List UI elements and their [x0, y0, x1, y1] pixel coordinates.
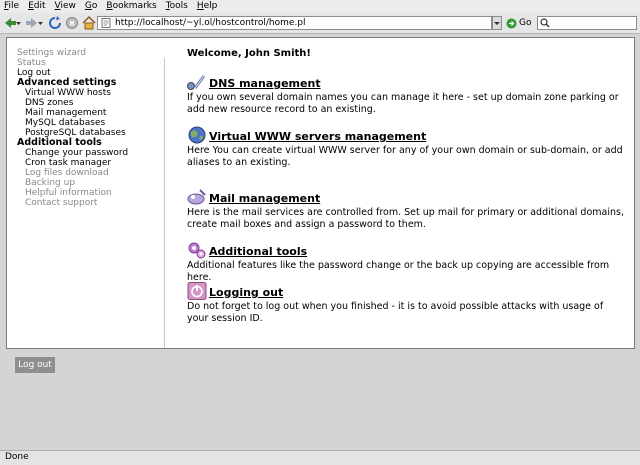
sidebar-item-status[interactable]: Status: [17, 58, 162, 68]
go-label: Go: [519, 18, 532, 28]
status-bar: Done: [0, 450, 640, 465]
menu-help[interactable]: Help: [197, 0, 218, 13]
sidebar-item-cron-task-manager[interactable]: Cron task manager: [17, 158, 162, 168]
sidebar-divider: [164, 58, 165, 348]
sidebar-item-mysql-databases[interactable]: MySQL databases: [17, 118, 162, 128]
main-panel: Welcome, John Smith! DNS management If y…: [187, 48, 627, 324]
sidebar-item-settings-wizard[interactable]: Settings wizard: [17, 48, 162, 58]
forward-icon[interactable]: [25, 15, 39, 31]
section-logout: Logging out Do not forget to log out whe…: [187, 282, 627, 325]
back-icon[interactable]: [3, 15, 17, 31]
section-www: Virtual WWW servers management Here You …: [187, 126, 627, 169]
menu-view[interactable]: View: [55, 0, 76, 13]
back-dropdown-icon[interactable]: [16, 15, 22, 31]
section-tools: Additional tools Additional features lik…: [187, 241, 627, 284]
sidebar-item-contact-support[interactable]: Contact support: [17, 198, 162, 208]
navigation-toolbar: http://localhost/~yl.ol/hostcontrol/home…: [0, 13, 640, 34]
go-arrow-icon: [506, 18, 517, 28]
sidebar-heading-additional-tools: Additional tools: [17, 137, 102, 148]
logging-out-link[interactable]: Logging out: [209, 286, 283, 300]
url-dropdown-button[interactable]: [492, 16, 502, 30]
menu-tools[interactable]: Tools: [166, 0, 188, 13]
section-description: Additional features like the password ch…: [187, 260, 610, 283]
section-description: Here You can create virtual WWW server f…: [187, 145, 623, 168]
home-icon[interactable]: [82, 15, 96, 31]
page-icon: [101, 18, 111, 28]
section-description: If you own several domain names you can …: [187, 92, 619, 115]
sidebar-item-virtual-www-hosts[interactable]: Virtual WWW hosts: [17, 88, 162, 98]
menu-go[interactable]: Go: [85, 0, 98, 13]
search-icon: [540, 18, 550, 28]
welcome-heading: Welcome, John Smith!: [187, 48, 311, 59]
dns-management-link[interactable]: DNS management: [209, 77, 321, 91]
section-dns: DNS management If you own several domain…: [187, 73, 627, 116]
sidebar-item-mail-management[interactable]: Mail management: [17, 108, 162, 118]
menu-file[interactable]: File: [4, 0, 19, 13]
menu-edit[interactable]: Edit: [28, 0, 45, 13]
sidebar-heading-advanced-settings: Advanced settings: [17, 77, 117, 88]
page-content: Settings wizard Status Log out Advanced set…: [6, 37, 635, 349]
url-bar[interactable]: http://localhost/~yl.ol/hostcontrol/home…: [97, 16, 492, 30]
logout-button[interactable]: Log out: [15, 357, 55, 373]
chevron-down-icon: [494, 22, 500, 25]
sidebar-item-log-files-download[interactable]: Log files download: [17, 168, 162, 178]
mail-management-link[interactable]: Mail management: [209, 192, 320, 206]
status-text: Done: [5, 452, 29, 462]
tools-icon: [188, 242, 206, 259]
sidebar-item-backing-up[interactable]: Backing up: [17, 178, 162, 188]
reload-icon[interactable]: [48, 15, 62, 31]
power-icon: [187, 282, 207, 300]
section-mail: Mail management Here is the mail service…: [187, 188, 627, 231]
virtual-www-servers-management-link[interactable]: Virtual WWW servers management: [209, 130, 426, 144]
url-text[interactable]: http://localhost/~yl.ol/hostcontrol/home…: [115, 17, 306, 29]
globe-icon: [188, 126, 206, 144]
forward-dropdown-icon[interactable]: [38, 15, 44, 31]
section-description: Here is the mail services are controlled…: [187, 207, 624, 230]
section-description: Do not forget to log out when you finish…: [187, 301, 604, 324]
additional-tools-link[interactable]: Additional tools: [209, 245, 307, 259]
sidebar-item-dns-zones[interactable]: DNS zones: [17, 98, 162, 108]
menu-bar: File Edit View Go Bookmarks Tools Help: [0, 0, 640, 13]
search-input[interactable]: [537, 16, 637, 30]
go-button[interactable]: Go: [506, 16, 531, 30]
mail-icon: [187, 189, 206, 205]
sidebar-item-helpful-information[interactable]: Helpful information: [17, 188, 162, 198]
dns-icon: [187, 75, 206, 90]
sidebar-item-change-your-password[interactable]: Change your password: [17, 148, 162, 158]
sidebar: Settings wizard Status Log out Advanced set…: [17, 48, 162, 208]
menu-bookmarks[interactable]: Bookmarks: [106, 0, 156, 13]
stop-icon[interactable]: [65, 15, 79, 31]
